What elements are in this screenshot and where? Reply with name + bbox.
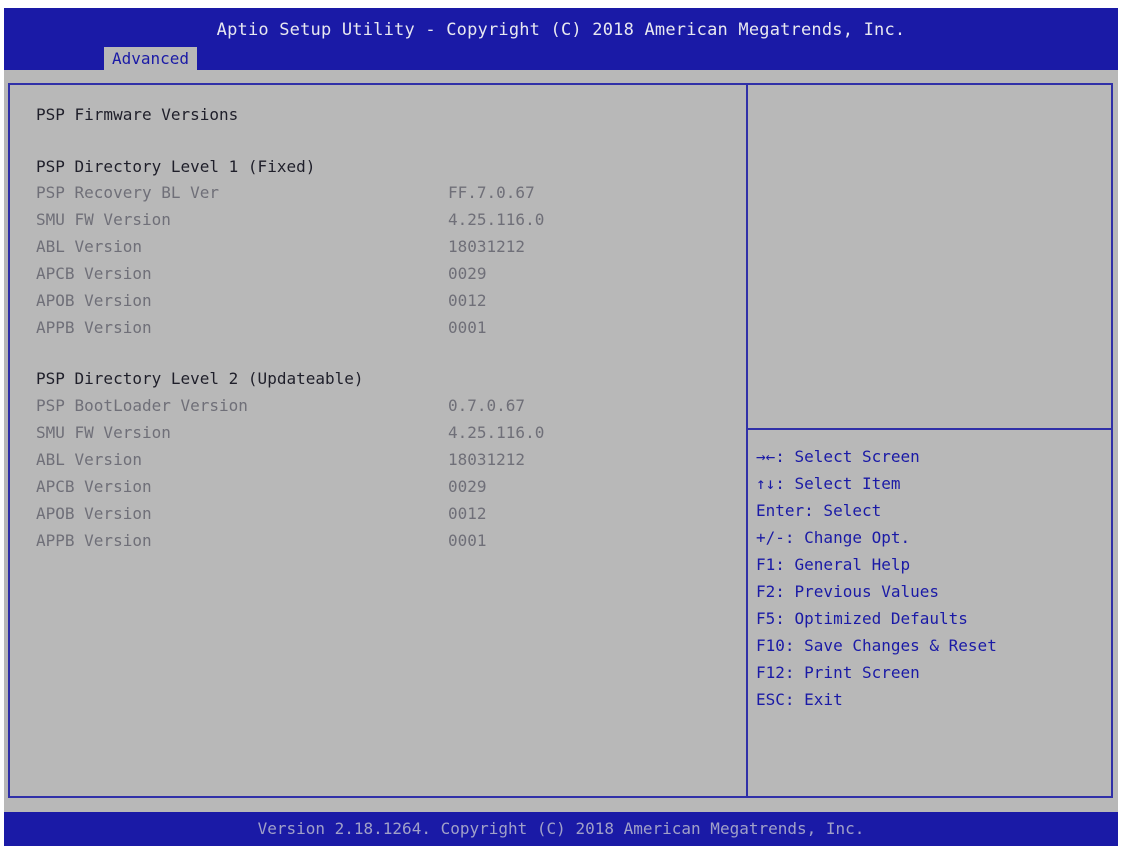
bios-screen: Aptio Setup Utility - Copyright (C) 2018… xyxy=(4,8,1118,846)
label-apob-version-l2: APOB Version xyxy=(36,504,152,523)
label-abl-version-l1: ABL Version xyxy=(36,237,142,256)
help-enter-select: Enter: Select xyxy=(756,501,882,520)
section-title-level2: PSP Directory Level 2 (Updateable) xyxy=(36,369,364,388)
value-apob-version-l2: 0012 xyxy=(448,504,487,523)
label-abl-version-l2: ABL Version xyxy=(36,450,142,469)
main-panel: PSP Firmware Versions PSP Directory Leve… xyxy=(8,83,748,798)
value-appb-version-l1: 0001 xyxy=(448,318,487,337)
label-apcb-version-l1: APCB Version xyxy=(36,264,152,283)
value-abl-version-l2: 18031212 xyxy=(448,450,526,469)
section-title-level1: PSP Directory Level 1 (Fixed) xyxy=(36,157,316,176)
label-smu-fw-version-l1: SMU FW Version xyxy=(36,210,171,229)
help-change-opt: +/-: Change Opt. xyxy=(756,528,911,547)
label-psp-bootloader-version: PSP BootLoader Version xyxy=(36,396,248,415)
label-apob-version-l1: APOB Version xyxy=(36,291,152,310)
label-psp-recovery-bl-ver: PSP Recovery BL Ver xyxy=(36,183,220,202)
help-select-item: ↑↓: Select Item xyxy=(756,474,901,493)
label-appb-version-l2: APPB Version xyxy=(36,531,152,550)
label-appb-version-l1: APPB Version xyxy=(36,318,152,337)
value-smu-fw-version-l2: 4.25.116.0 xyxy=(448,423,545,442)
value-apob-version-l1: 0012 xyxy=(448,291,487,310)
help-select-screen: →←: Select Screen xyxy=(756,447,920,466)
page-heading: PSP Firmware Versions xyxy=(36,105,239,124)
value-apcb-version-l1: 0029 xyxy=(448,264,487,283)
label-apcb-version-l2: APCB Version xyxy=(36,477,152,496)
window-title: Aptio Setup Utility - Copyright (C) 2018… xyxy=(216,20,906,40)
help-previous-values: F2: Previous Values xyxy=(756,582,940,601)
help-print-screen: F12: Print Screen xyxy=(756,663,920,682)
help-exit: ESC: Exit xyxy=(756,690,843,709)
help-panel: →←: Select Screen ↑↓: Select Item Enter:… xyxy=(746,83,1113,798)
value-appb-version-l2: 0001 xyxy=(448,531,487,550)
title-bar: Aptio Setup Utility - Copyright (C) 2018… xyxy=(4,8,1118,70)
footer-bar: Version 2.18.1264. Copyright (C) 2018 Am… xyxy=(4,812,1118,846)
label-smu-fw-version-l2: SMU FW Version xyxy=(36,423,171,442)
value-smu-fw-version-l1: 4.25.116.0 xyxy=(448,210,545,229)
help-divider xyxy=(748,428,1111,430)
value-psp-recovery-bl-ver: FF.7.0.67 xyxy=(448,183,535,202)
help-optimized-defaults: F5: Optimized Defaults xyxy=(756,609,968,628)
value-apcb-version-l2: 0029 xyxy=(448,477,487,496)
help-save-reset: F10: Save Changes & Reset xyxy=(756,636,997,655)
footer-version: Version 2.18.1264. Copyright (C) 2018 Am… xyxy=(257,819,865,838)
help-general-help: F1: General Help xyxy=(756,555,911,574)
value-psp-bootloader-version: 0.7.0.67 xyxy=(448,396,526,415)
value-abl-version-l1: 18031212 xyxy=(448,237,526,256)
tab-advanced[interactable]: Advanced xyxy=(104,47,198,70)
